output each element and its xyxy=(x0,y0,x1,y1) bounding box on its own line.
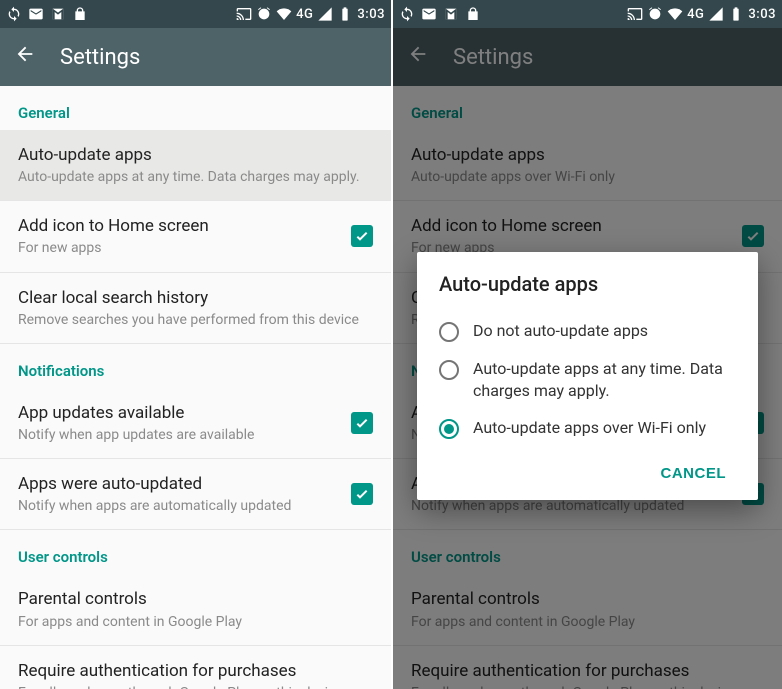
checkbox-auto-updated[interactable] xyxy=(351,483,373,505)
alarm-icon xyxy=(647,6,663,22)
status-bar: 4G 3:03 xyxy=(0,0,391,28)
gmail-icon xyxy=(443,6,459,22)
row-title: Require authentication for purchases xyxy=(18,660,373,682)
row-title: Apps were auto-updated xyxy=(18,473,339,495)
row-sub: Notify when apps are automatically updat… xyxy=(18,497,339,515)
wifi-icon xyxy=(276,6,292,22)
row-title: Auto-update apps xyxy=(18,144,373,166)
row-require-auth[interactable]: Require authentication for purchases For… xyxy=(0,646,391,689)
signal-icon xyxy=(708,6,724,22)
radio-label: Do not auto-update apps xyxy=(473,320,648,342)
row-clear-history[interactable]: Clear local search history Remove search… xyxy=(0,273,391,344)
row-sub: For all purchases through Google Play on… xyxy=(18,684,373,689)
section-user-controls: User controls xyxy=(0,530,391,574)
lock-icon xyxy=(465,6,481,22)
row-title: App updates available xyxy=(18,402,339,424)
row-add-icon[interactable]: Add icon to Home screen For new apps xyxy=(0,201,391,272)
lock-icon xyxy=(72,6,88,22)
dialog-title: Auto-update apps xyxy=(439,272,736,296)
clock-text: 3:03 xyxy=(357,7,385,22)
radio-option-1[interactable]: Auto-update apps at any time. Data charg… xyxy=(439,350,736,409)
checkbox-updates-available[interactable] xyxy=(351,412,373,434)
sync-icon xyxy=(6,6,22,22)
row-sub: For apps and content in Google Play xyxy=(18,613,373,631)
gmail-icon xyxy=(50,6,66,22)
radio-icon xyxy=(439,419,459,439)
status-bar: 4G 3:03 xyxy=(393,0,782,28)
radio-icon xyxy=(439,322,459,342)
row-auto-updated[interactable]: Apps were auto-updated Notify when apps … xyxy=(0,459,391,530)
mail-icon xyxy=(28,6,44,22)
radio-icon xyxy=(439,360,459,380)
row-parental[interactable]: Parental controls For apps and content i… xyxy=(0,574,391,645)
row-sub: For new apps xyxy=(18,239,339,257)
cast-icon xyxy=(236,6,252,22)
wifi-icon xyxy=(667,6,683,22)
radio-option-0[interactable]: Do not auto-update apps xyxy=(439,312,736,350)
row-auto-update[interactable]: Auto-update apps Auto-update apps at any… xyxy=(0,130,391,201)
radio-label: Auto-update apps over Wi-Fi only xyxy=(473,417,706,439)
phone-right: 4G 3:03 Settings General Auto-update app… xyxy=(391,0,782,689)
section-general: General xyxy=(0,86,391,130)
settings-list: General Auto-update apps Auto-update app… xyxy=(0,86,391,689)
network-label: 4G xyxy=(687,7,704,22)
row-title: Add icon to Home screen xyxy=(18,215,339,237)
action-bar: Settings xyxy=(0,28,391,86)
network-label: 4G xyxy=(296,7,313,22)
mail-icon xyxy=(421,6,437,22)
back-icon[interactable] xyxy=(14,43,36,71)
row-title: Parental controls xyxy=(18,588,373,610)
row-sub: Notify when app updates are available xyxy=(18,426,339,444)
battery-icon xyxy=(337,6,353,22)
cast-icon xyxy=(627,6,643,22)
clock-text: 3:03 xyxy=(748,7,776,22)
row-updates-available[interactable]: App updates available Notify when app up… xyxy=(0,388,391,459)
dialog-auto-update: Auto-update apps Do not auto-update apps… xyxy=(417,252,758,500)
sync-icon xyxy=(399,6,415,22)
battery-icon xyxy=(728,6,744,22)
cancel-button[interactable]: CANCEL xyxy=(651,457,737,490)
row-sub: Auto-update apps at any time. Data charg… xyxy=(18,168,373,186)
checkbox-add-icon[interactable] xyxy=(351,225,373,247)
row-sub: Remove searches you have performed from … xyxy=(18,311,373,329)
alarm-icon xyxy=(256,6,272,22)
page-title: Settings xyxy=(60,45,140,70)
radio-option-2[interactable]: Auto-update apps over Wi-Fi only xyxy=(439,409,736,447)
section-notifications: Notifications xyxy=(0,344,391,388)
row-title: Clear local search history xyxy=(18,287,373,309)
phone-left: 4G 3:03 Settings General Auto-update app… xyxy=(0,0,391,689)
signal-icon xyxy=(317,6,333,22)
radio-label: Auto-update apps at any time. Data charg… xyxy=(473,358,736,401)
